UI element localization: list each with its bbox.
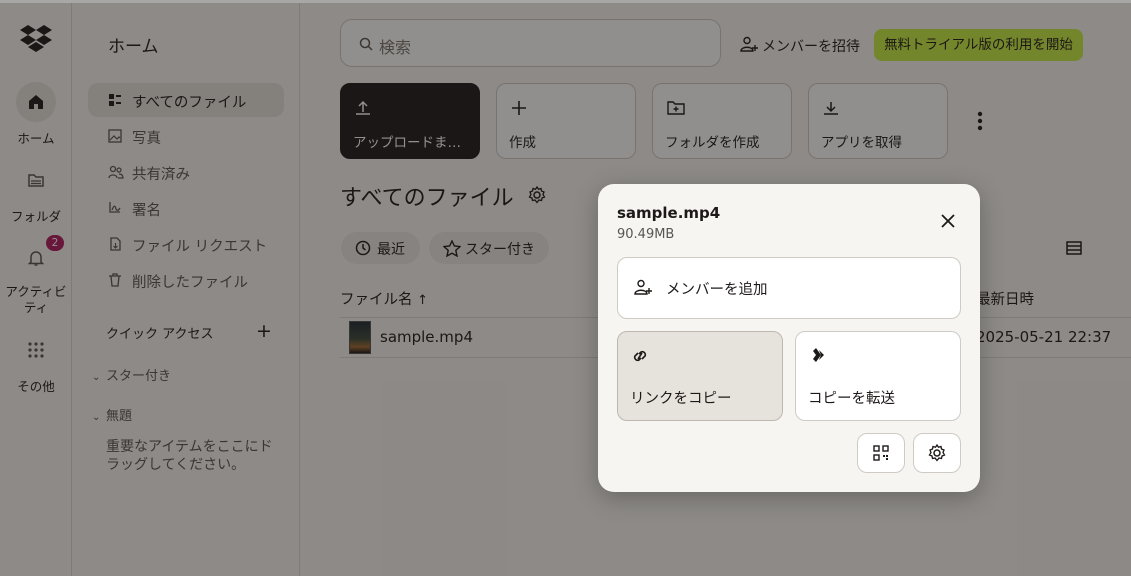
copy-link-label: リンクをコピー <box>630 391 732 407</box>
gear-icon <box>928 444 946 462</box>
add-member-button[interactable]: メンバーを追加 <box>617 257 961 319</box>
qr-code-icon <box>873 445 889 461</box>
add-person-icon <box>634 279 652 295</box>
browser-top-edge <box>0 0 1131 3</box>
qr-code-button[interactable] <box>857 433 905 473</box>
transfer-icon <box>813 348 824 362</box>
share-modal: sample.mp4 90.49MB メンバーを追加 リンクをコピー コピーを転… <box>598 184 980 492</box>
link-settings-button[interactable] <box>913 433 961 473</box>
close-icon[interactable] <box>941 214 955 228</box>
link-icon <box>633 350 647 362</box>
add-member-label: メンバーを追加 <box>666 282 768 298</box>
transfer-copy-button[interactable]: コピーを転送 <box>795 331 961 421</box>
transfer-copy-label: コピーを転送 <box>808 391 895 407</box>
copy-link-button[interactable]: リンクをコピー <box>617 331 783 421</box>
modal-file-size: 90.49MB <box>617 227 675 242</box>
modal-file-name: sample.mp4 <box>617 204 721 222</box>
